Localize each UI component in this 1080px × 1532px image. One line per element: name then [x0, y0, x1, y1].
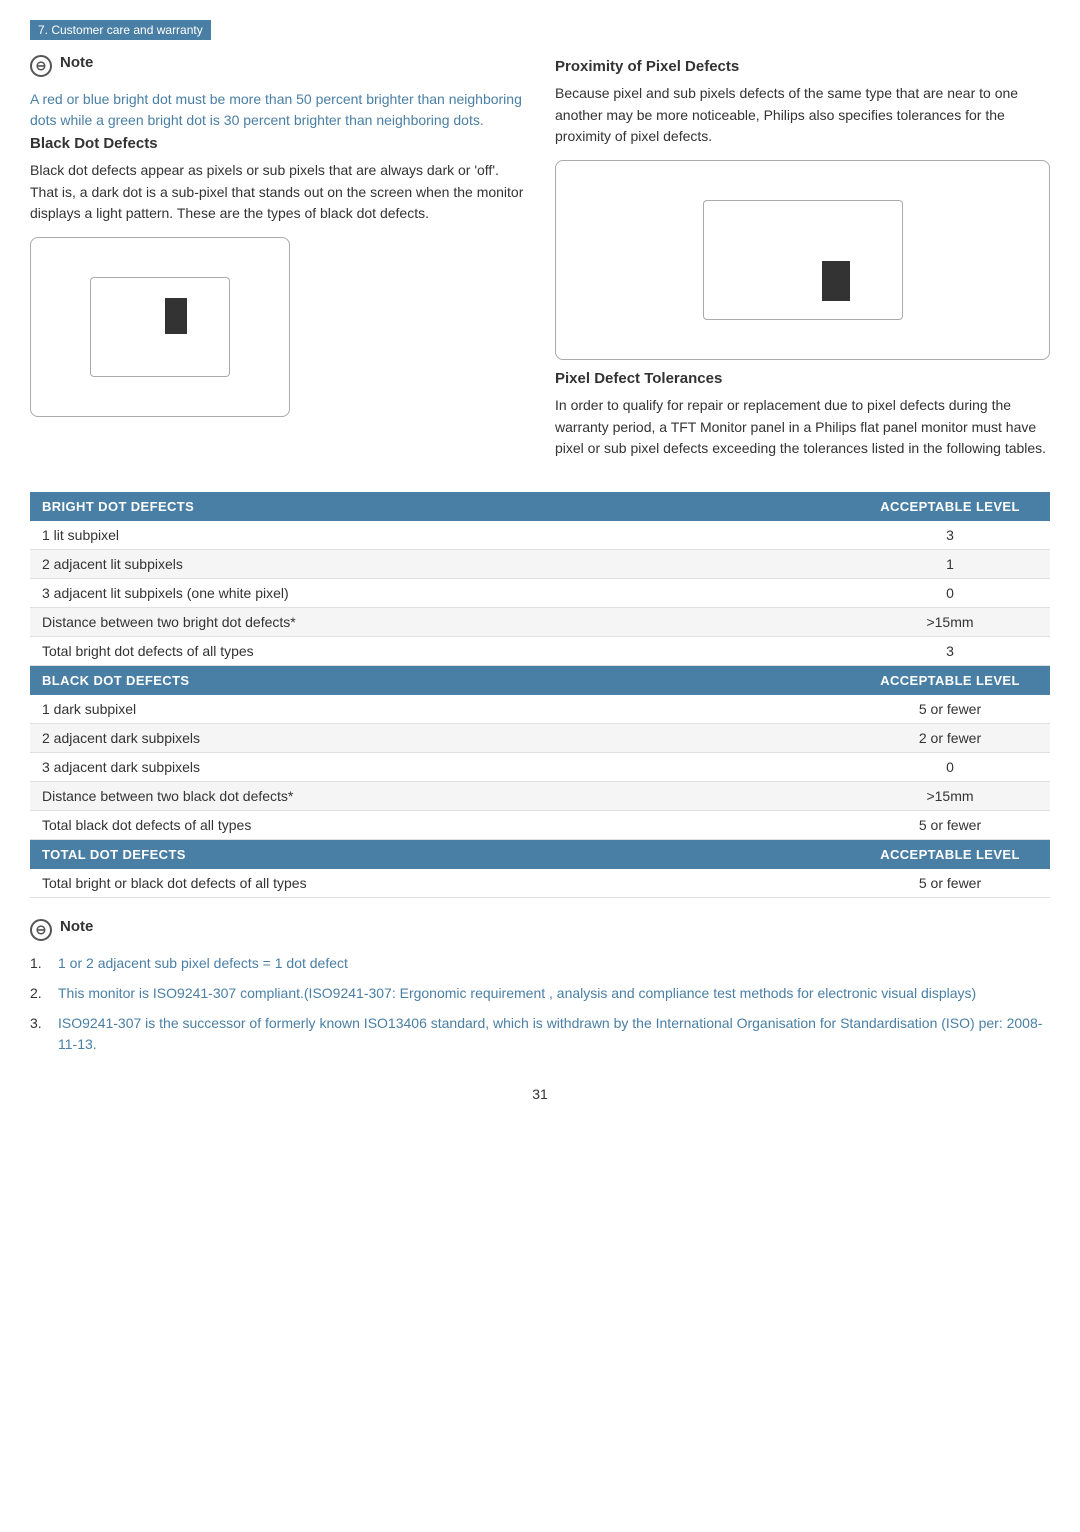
table-row-label: Total black dot defects of all types	[30, 811, 850, 840]
table-row-label: Distance between two bright dot defects*	[30, 608, 850, 637]
note-icon-top: ⊖	[30, 55, 52, 77]
table-row-value: 3	[850, 637, 1050, 666]
table-header-label: BRIGHT DOT DEFECTS	[30, 492, 850, 521]
table-header-row: BRIGHT DOT DEFECTSACCEPTABLE LEVEL	[30, 492, 1050, 521]
note-label-text: Note	[60, 54, 93, 71]
note-list-item: 2. This monitor is ISO9241-307 compliant.…	[30, 983, 1050, 1005]
table-row-label: 1 dark subpixel	[30, 695, 850, 724]
top-bar-label: 7. Customer care and warranty	[30, 20, 211, 40]
table-row: 2 adjacent lit subpixels1	[30, 550, 1050, 579]
table-row-label: Total bright dot defects of all types	[30, 637, 850, 666]
pixel-defect-heading: Pixel Defect Tolerances	[555, 370, 1050, 387]
table-row: Distance between two black dot defects*>…	[30, 782, 1050, 811]
note-item-text: 1 or 2 adjacent sub pixel defects = 1 do…	[58, 953, 348, 975]
table-row: Distance between two bright dot defects*…	[30, 608, 1050, 637]
note-bottom-header: ⊖ Note	[30, 918, 1050, 941]
proximity-body: Because pixel and sub pixels defects of …	[555, 83, 1050, 148]
table-row-value: 3	[850, 521, 1050, 550]
table-header-level: ACCEPTABLE LEVEL	[850, 492, 1050, 521]
table-row-value: 0	[850, 753, 1050, 782]
table-row-label: 3 adjacent dark subpixels	[30, 753, 850, 782]
table-header-row: TOTAL DOT DEFECTSACCEPTABLE LEVEL	[30, 840, 1050, 870]
right-dark-pixel	[822, 261, 850, 301]
proximity-heading: Proximity of Pixel Defects	[555, 58, 1050, 75]
table-row: Total black dot defects of all types5 or…	[30, 811, 1050, 840]
note-item-number: 2.	[30, 983, 48, 1005]
table-row: 2 adjacent dark subpixels2 or fewer	[30, 724, 1050, 753]
table-header-row: BLACK DOT DEFECTSACCEPTABLE LEVEL	[30, 666, 1050, 696]
table-row: 1 dark subpixel5 or fewer	[30, 695, 1050, 724]
note-label-top: Note	[60, 54, 93, 71]
table-row-value: 2 or fewer	[850, 724, 1050, 753]
table-row-value: >15mm	[850, 782, 1050, 811]
table-header-level: ACCEPTABLE LEVEL	[850, 840, 1050, 870]
note-list-item: 1. 1 or 2 adjacent sub pixel defects = 1 …	[30, 953, 1050, 975]
table-row-value: 5 or fewer	[850, 869, 1050, 898]
table-row: Total bright dot defects of all types3	[30, 637, 1050, 666]
table-header-label: BLACK DOT DEFECTS	[30, 666, 850, 696]
table-row-label: Total bright or black dot defects of all…	[30, 869, 850, 898]
right-diagram-inner	[703, 200, 903, 320]
table-row-label: Distance between two black dot defects*	[30, 782, 850, 811]
pixel-defect-body: In order to qualify for repair or replac…	[555, 395, 1050, 460]
note-item-number: 3.	[30, 1013, 48, 1035]
table-row-label: 1 lit subpixel	[30, 521, 850, 550]
note-body-text: A red or blue bright dot must be more th…	[30, 89, 525, 131]
table-header-label: TOTAL DOT DEFECTS	[30, 840, 850, 870]
table-row-value: 1	[850, 550, 1050, 579]
table-row-value: >15mm	[850, 608, 1050, 637]
defect-table: BRIGHT DOT DEFECTSACCEPTABLE LEVEL1 lit …	[30, 492, 1050, 898]
table-row-value: 5 or fewer	[850, 695, 1050, 724]
table-header-level: ACCEPTABLE LEVEL	[850, 666, 1050, 696]
table-row: 3 adjacent dark subpixels0	[30, 753, 1050, 782]
note-bottom-list: 1. 1 or 2 adjacent sub pixel defects = 1 …	[30, 953, 1050, 1056]
note-block-top: ⊖ Note	[30, 54, 525, 77]
table-row-value: 0	[850, 579, 1050, 608]
black-dot-heading: Black Dot Defects	[30, 135, 525, 152]
note-bottom-label: Note	[60, 918, 93, 935]
table-row: Total bright or black dot defects of all…	[30, 869, 1050, 898]
note-block-bottom: ⊖ Note 1. 1 or 2 adjacent sub pixel defec…	[30, 918, 1050, 1056]
right-column: Proximity of Pixel Defects Because pixel…	[555, 54, 1050, 472]
left-column: ⊖ Note A red or blue bright dot must be …	[30, 54, 525, 472]
note-icon-bottom: ⊖	[30, 919, 52, 941]
right-diagram-box	[555, 160, 1050, 360]
table-row-label: 2 adjacent dark subpixels	[30, 724, 850, 753]
table-row: 3 adjacent lit subpixels (one white pixe…	[30, 579, 1050, 608]
table-row-label: 3 adjacent lit subpixels (one white pixe…	[30, 579, 850, 608]
table-row-label: 2 adjacent lit subpixels	[30, 550, 850, 579]
left-diagram-box	[30, 237, 290, 417]
page-number: 31	[30, 1086, 1050, 1102]
two-col-section: ⊖ Note A red or blue bright dot must be …	[30, 54, 1050, 472]
note-list-item: 3. ISO9241-307 is the successor of former…	[30, 1013, 1050, 1056]
table-row-value: 5 or fewer	[850, 811, 1050, 840]
left-diagram-inner	[90, 277, 230, 377]
black-dot-body: Black dot defects appear as pixels or su…	[30, 160, 525, 225]
note-item-number: 1.	[30, 953, 48, 975]
note-item-text: This monitor is ISO9241-307 compliant.(I…	[58, 983, 976, 1005]
table-row: 1 lit subpixel3	[30, 521, 1050, 550]
left-dark-pixel	[165, 298, 187, 334]
note-item-text: ISO9241-307 is the successor of formerly…	[58, 1013, 1050, 1056]
